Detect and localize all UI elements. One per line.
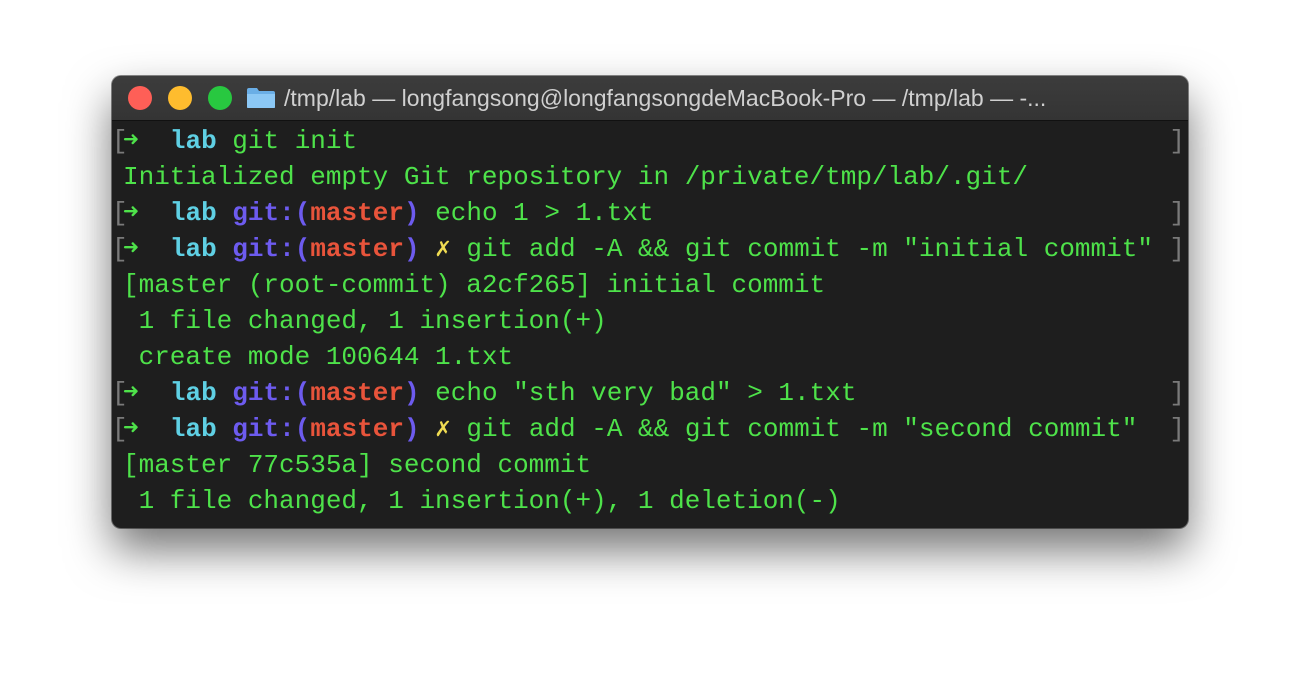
maximize-button[interactable]: [208, 86, 232, 110]
window-title: /tmp/lab — longfangsong@longfangsongdeMa…: [284, 84, 1047, 111]
dirty-mark-icon: ✗: [435, 414, 451, 444]
output-line: [master (root-commit) a2cf265] initial c…: [112, 267, 1188, 303]
prompt-line: [➜ lab git init]: [112, 123, 1188, 159]
prompt-line: [➜ lab git:(master) ✗ git add -A && git …: [112, 411, 1188, 447]
bracket-right: ]: [1169, 234, 1185, 264]
prompt-directory: lab: [169, 198, 217, 228]
bracket-left: [: [112, 198, 128, 228]
output-text: Initialized empty Git repository in /pri…: [123, 162, 1028, 192]
git-branch: master: [310, 414, 404, 444]
output-text: [master (root-commit) a2cf265] initial c…: [123, 270, 826, 300]
bracket-left: [: [112, 378, 128, 408]
title-bar[interactable]: /tmp/lab — longfangsong@longfangsongdeMa…: [112, 76, 1188, 121]
git-prefix: git:(: [232, 378, 311, 408]
command-text: echo 1 > 1.txt: [435, 198, 654, 228]
prompt-directory: lab: [169, 414, 217, 444]
output-line: 1 file changed, 1 insertion(+), 1 deleti…: [112, 483, 1188, 519]
git-branch: master: [310, 234, 404, 264]
bracket-left: [: [112, 234, 128, 264]
bracket-right: ]: [1169, 198, 1185, 228]
git-prefix: git:(: [232, 198, 311, 228]
terminal-output[interactable]: [➜ lab git init] Initialized empty Git re…: [112, 121, 1188, 519]
git-prefix: git:(: [232, 234, 311, 264]
git-suffix: ): [403, 234, 420, 264]
prompt-line: [➜ lab git:(master) echo 1 > 1.txt]: [112, 195, 1188, 231]
git-branch: master: [310, 198, 404, 228]
prompt-line: [➜ lab git:(master) ✗ git add -A && git …: [112, 231, 1188, 267]
prompt-line: [➜ lab git:(master) echo "sth very bad" …: [112, 375, 1188, 411]
output-text: [master 77c535a] second commit: [123, 450, 592, 480]
dirty-mark-icon: ✗: [435, 234, 451, 264]
bracket-left: [: [112, 414, 128, 444]
prompt-directory: lab: [169, 234, 217, 264]
minimize-button[interactable]: [168, 86, 192, 110]
bracket-left: [: [112, 126, 128, 156]
output-line: create mode 100644 1.txt: [112, 339, 1188, 375]
window-controls: [128, 86, 248, 110]
prompt-directory: lab: [169, 378, 217, 408]
output-line: [master 77c535a] second commit: [112, 447, 1188, 483]
folder-icon: [247, 88, 275, 108]
output-text: 1 file changed, 1 insertion(+): [123, 306, 607, 336]
command-text: git add -A && git commit -m "second comm…: [466, 414, 1138, 444]
git-prefix: git:(: [232, 414, 311, 444]
close-button[interactable]: [128, 86, 152, 110]
git-suffix: ): [403, 198, 420, 228]
bracket-right: ]: [1169, 414, 1185, 444]
output-line: Initialized empty Git repository in /pri…: [112, 159, 1188, 195]
terminal-window[interactable]: /tmp/lab — longfangsong@longfangsongdeMa…: [112, 76, 1188, 528]
command-text: git init: [232, 126, 358, 156]
git-suffix: ): [403, 378, 420, 408]
prompt-directory: lab: [169, 126, 217, 156]
command-text: git add -A && git commit -m "initial com…: [466, 234, 1153, 264]
output-text: 1 file changed, 1 insertion(+), 1 deleti…: [123, 486, 841, 516]
command-text: echo "sth very bad" > 1.txt: [435, 378, 857, 408]
output-line: 1 file changed, 1 insertion(+): [112, 303, 1188, 339]
git-branch: master: [310, 378, 404, 408]
git-suffix: ): [403, 414, 420, 444]
output-text: create mode 100644 1.txt: [123, 342, 514, 372]
bracket-right: ]: [1169, 378, 1185, 408]
bracket-right: ]: [1169, 126, 1185, 156]
